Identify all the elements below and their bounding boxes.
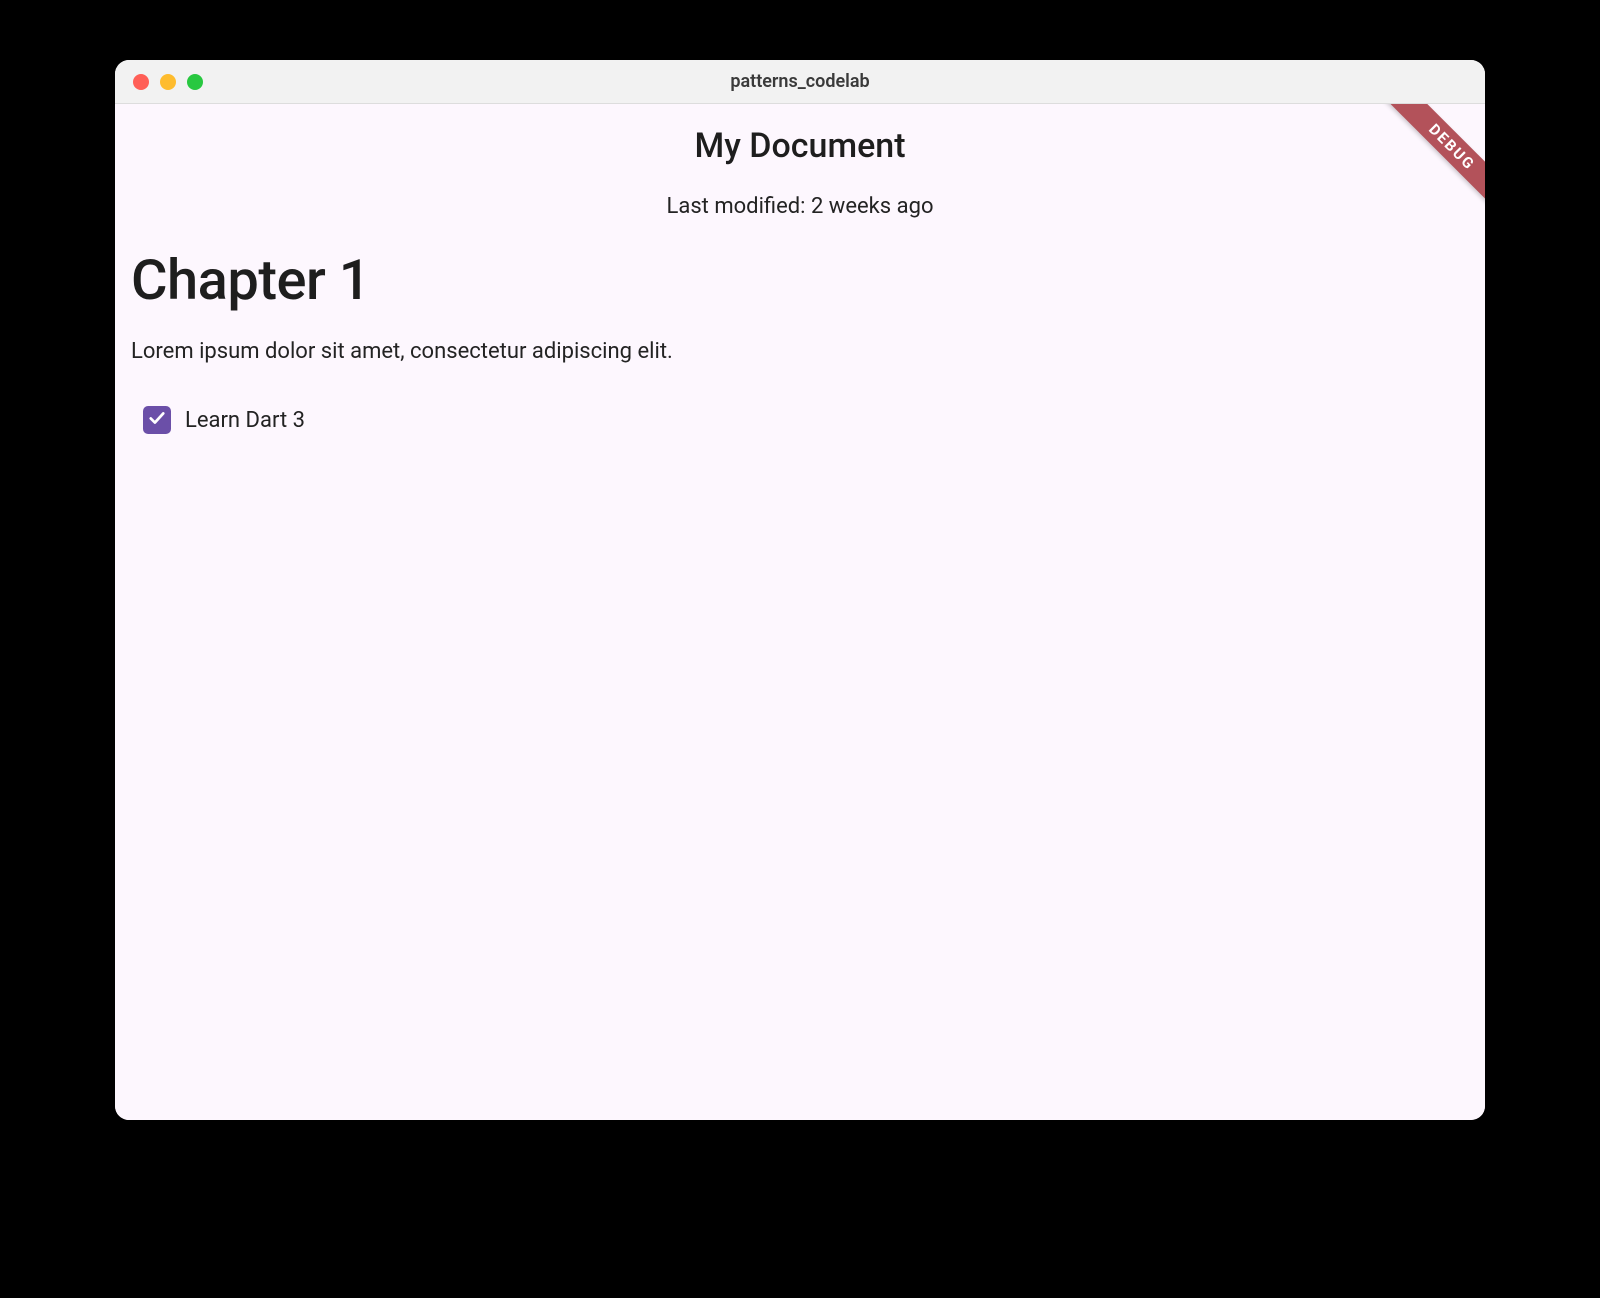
check-icon bbox=[147, 408, 167, 432]
minimize-button[interactable] bbox=[160, 74, 176, 90]
app-header: My Document Last modified: 2 weeks ago bbox=[115, 104, 1485, 219]
app-content: DEBUG My Document Last modified: 2 weeks… bbox=[115, 104, 1485, 1120]
checkbox[interactable] bbox=[143, 406, 171, 434]
checkbox-label: Learn Dart 3 bbox=[185, 408, 305, 433]
document-body: Chapter 1 Lorem ipsum dolor sit amet, co… bbox=[115, 219, 1485, 434]
paragraph-text: Lorem ipsum dolor sit amet, consectetur … bbox=[131, 339, 1469, 364]
page-title: My Document bbox=[115, 126, 1485, 166]
traffic-lights bbox=[133, 74, 203, 90]
close-button[interactable] bbox=[133, 74, 149, 90]
window-titlebar[interactable]: patterns_codelab bbox=[115, 60, 1485, 104]
checkbox-row: Learn Dart 3 bbox=[131, 406, 1469, 434]
app-window: patterns_codelab DEBUG My Document Last … bbox=[115, 60, 1485, 1120]
zoom-button[interactable] bbox=[187, 74, 203, 90]
chapter-heading: Chapter 1 bbox=[131, 247, 1469, 313]
last-modified-label: Last modified: 2 weeks ago bbox=[115, 194, 1485, 219]
window-title: patterns_codelab bbox=[115, 71, 1485, 92]
